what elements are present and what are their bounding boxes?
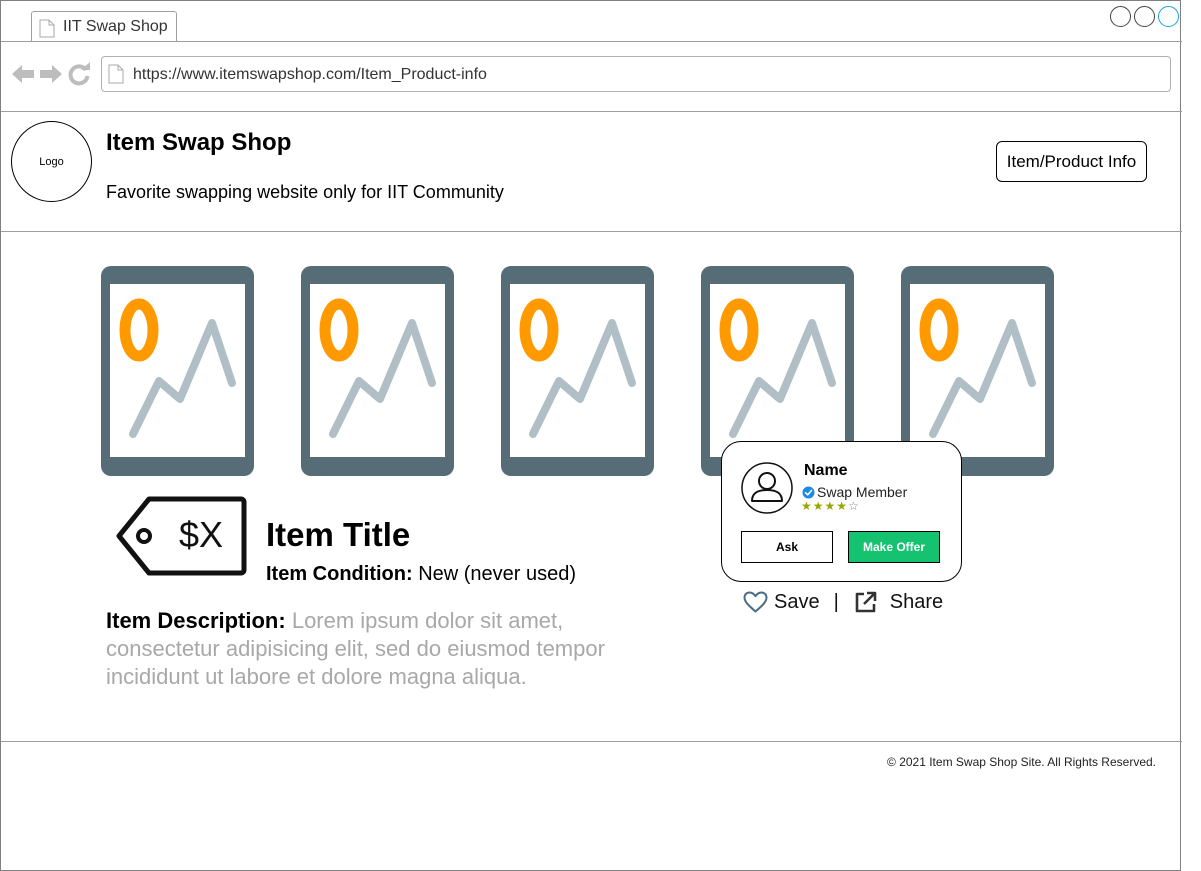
site-logo[interactable]: Logo [11,121,92,202]
item-photo[interactable] [101,266,254,476]
footer-copyright: © 2021 Item Swap Shop Site. All Rights R… [887,755,1156,769]
share-icon[interactable] [854,591,877,614]
seller-card: Name Swap Member ★★★★☆ Ask Make Offer [721,441,962,582]
document-icon [108,64,124,84]
tab-title: IIT Swap Shop [63,18,168,35]
footer-divider [1,741,1182,742]
save-share-bar: Save | Share [743,589,943,615]
star-rating: ★★★★☆ [801,499,860,513]
seller-name: Name [804,462,848,479]
window-controls [1110,6,1179,27]
verified-check-icon [802,486,815,498]
item-photo[interactable] [301,266,454,476]
condition-label: Item Condition: [266,563,413,585]
item-title: Item Title [266,516,411,553]
star-icon: ★ [836,499,849,513]
star-icon: ★ [824,499,837,513]
item-product-info-button[interactable]: Item/Product Info [996,141,1147,182]
forward-arrow-icon[interactable] [39,62,63,86]
browser-window: IIT Swap Shop https://www.itemswapshop.c… [0,0,1182,871]
ask-button[interactable]: Ask [741,531,833,563]
tab-strip-divider [1,41,1182,42]
heart-icon[interactable] [743,591,768,613]
action-separator: | [833,590,839,613]
reload-icon[interactable] [67,62,91,86]
address-bar[interactable]: https://www.itemswapshop.com/Item_Produc… [101,56,1171,92]
share-link[interactable]: Share [890,591,943,614]
star-icon: ★ [801,499,813,513]
close-button[interactable] [1158,6,1179,27]
user-avatar-icon[interactable] [741,462,793,514]
url-text: https://www.itemswapshop.com/Item_Produc… [133,66,487,83]
minimize-button[interactable] [1110,6,1131,27]
document-icon [39,19,55,38]
save-link[interactable]: Save [774,591,820,614]
item-description: Item Description: Lorem ipsum dolor sit … [106,607,666,691]
navigation-controls [11,62,91,86]
item-condition: Item Condition: New (never used) [266,563,576,586]
maximize-button[interactable] [1134,6,1155,27]
site-subtitle: Favorite swapping website only for IIT C… [106,182,504,202]
item-photo[interactable] [501,266,654,476]
logo-text: Logo [39,155,64,168]
back-arrow-icon[interactable] [11,62,35,86]
price-text: $X [179,514,223,555]
header-divider [1,231,1182,232]
price-tag-icon: $X [116,496,247,576]
member-badge: Swap Member [802,484,907,500]
browser-tab[interactable]: IIT Swap Shop [31,11,177,42]
star-empty-icon: ☆ [848,499,860,513]
site-title: Item Swap Shop [106,129,292,156]
member-badge-text: Swap Member [817,484,908,500]
condition-value: New (never used) [418,563,577,585]
description-label: Item Description: [106,608,286,633]
make-offer-button[interactable]: Make Offer [848,531,940,563]
toolbar-divider [1,111,1182,112]
star-icon: ★ [812,499,825,513]
